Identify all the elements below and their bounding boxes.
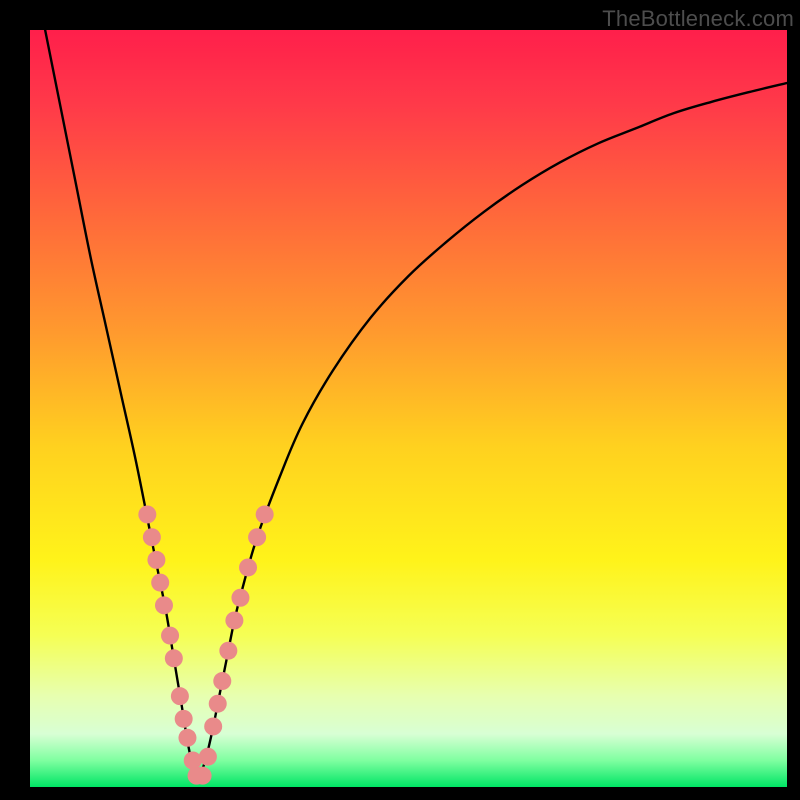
marker-dot [161, 627, 179, 645]
marker-dot [248, 528, 266, 546]
marker-dot [143, 528, 161, 546]
marker-dot [225, 611, 243, 629]
watermark-text: TheBottleneck.com [602, 6, 794, 32]
plot-area [30, 30, 787, 787]
marker-dot [178, 729, 196, 747]
marker-dot [209, 695, 227, 713]
outer-frame: TheBottleneck.com [0, 0, 800, 800]
marker-dot [151, 574, 169, 592]
marker-dot [165, 649, 183, 667]
marker-dot [239, 558, 257, 576]
chart-svg [30, 30, 787, 787]
marker-dot [213, 672, 231, 690]
marker-dot [175, 710, 193, 728]
marker-dot [184, 752, 202, 770]
marker-dot [199, 748, 217, 766]
marker-dot [147, 551, 165, 569]
bottleneck-curve [30, 30, 787, 780]
marker-dot [231, 589, 249, 607]
marker-dot [138, 505, 156, 523]
marker-dot [204, 717, 222, 735]
marker-dot [194, 767, 212, 785]
marker-dot [219, 642, 237, 660]
marker-dot [171, 687, 189, 705]
marker-dot [155, 596, 173, 614]
marker-dot [256, 505, 274, 523]
